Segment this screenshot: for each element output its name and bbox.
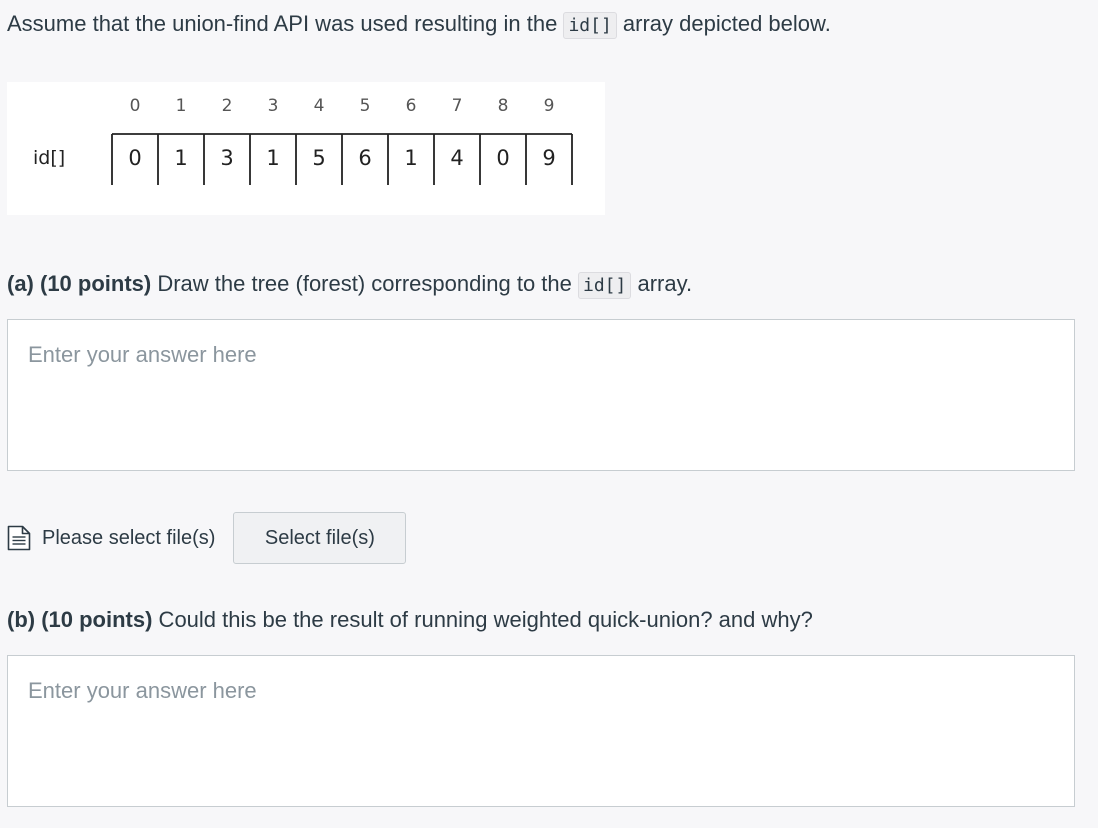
question-b-text: Could this be the result of running weig… [152,607,813,632]
question-a-code: id[] [578,272,632,299]
cell-value: 6 [358,146,371,170]
file-select-label: Please select file(s) [42,526,216,549]
cell-value: 1 [174,146,187,170]
id-array-figure: id[] 0 1 2 3 4 5 6 7 8 9 0 1 3 1 5 6 1 4 0 9 [7,82,605,215]
select-files-button[interactable]: Select file(s) [233,512,407,564]
index-label: 1 [176,96,187,116]
index-label: 9 [544,96,555,116]
question-prompt: Assume that the union-find API was used … [7,8,831,42]
question-a-label: (a) (10 points) [7,271,152,296]
document-icon [7,525,31,551]
index-label: 2 [222,96,233,116]
index-label: 0 [130,96,141,116]
index-label: 5 [360,96,371,116]
prompt-text-end: array depicted below. [616,11,831,36]
id-array-diagram: id[] 0 1 2 3 4 5 6 7 8 9 0 1 3 1 5 6 1 4 0 9 [33,96,573,185]
question-a-text-end: array. [631,271,693,296]
question-b: (b) (10 points) Could this be the result… [7,604,813,636]
index-label: 7 [452,96,463,116]
question-b-label: (b) (10 points) [7,607,153,632]
index-label: 6 [406,96,417,116]
cell-value: 1 [266,146,279,170]
cell-value: 0 [496,146,509,170]
row-label: id[] [33,147,65,169]
index-label: 3 [268,96,279,116]
question-a: (a) (10 points) Draw the tree (forest) c… [7,268,692,302]
cell-value: 0 [128,146,141,170]
prompt-text-start: Assume that the union-find API was used … [7,11,564,36]
answer-b-textarea[interactable] [7,655,1075,807]
cell-value: 5 [312,146,325,170]
cell-value: 4 [450,146,463,170]
answer-a-textarea[interactable] [7,319,1075,471]
prompt-code-id: id[] [563,12,617,39]
cell-value: 9 [542,146,555,170]
question-a-text: Draw the tree (forest) corresponding to … [151,271,578,296]
index-label: 4 [314,96,325,116]
file-upload-row: Please select file(s) Select file(s) [7,512,407,564]
cell-value: 1 [404,146,417,170]
index-label: 8 [498,96,509,116]
cell-value: 3 [220,146,233,170]
